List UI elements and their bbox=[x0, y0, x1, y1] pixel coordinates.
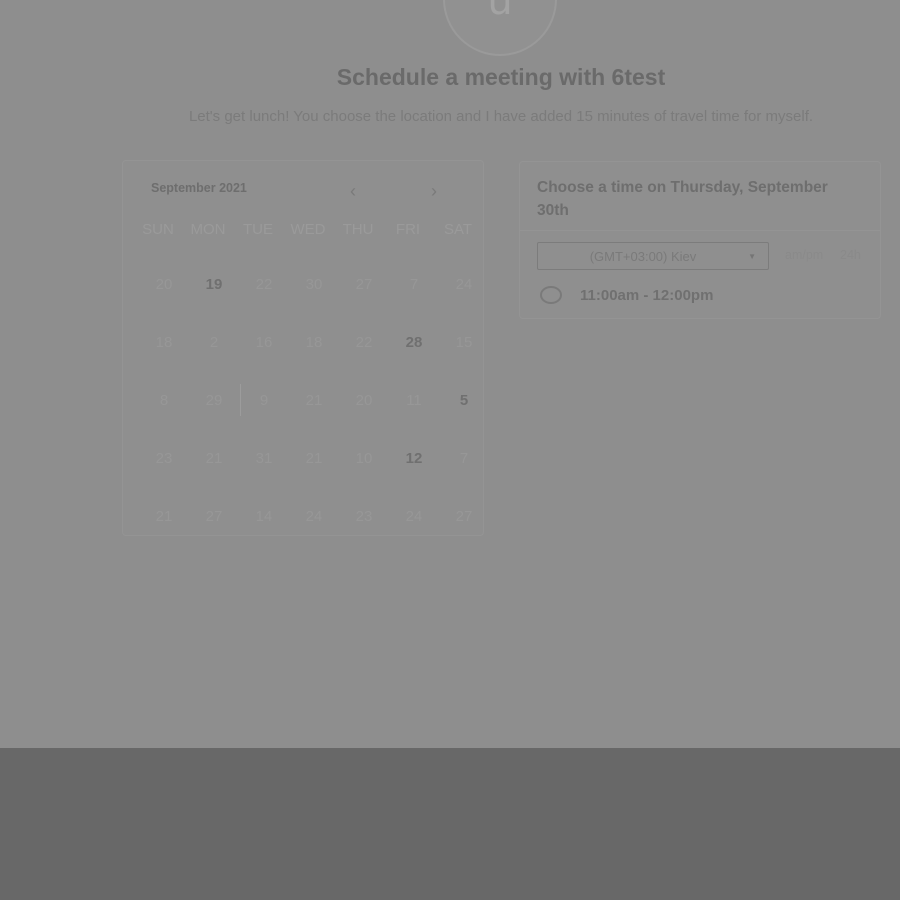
calendar-day: 24 bbox=[405, 507, 423, 525]
radio-circle-icon[interactable] bbox=[540, 286, 562, 304]
weekday-thu: THU bbox=[342, 221, 374, 238]
weekday-tue: TUE bbox=[243, 221, 273, 238]
calendar-day: 15 bbox=[455, 333, 473, 351]
chevron-right-icon[interactable]: › bbox=[422, 179, 446, 203]
calendar-day: 20 bbox=[355, 391, 373, 409]
weekday-fri: FRI bbox=[395, 221, 421, 238]
calendar-day: 10 bbox=[355, 449, 373, 467]
calendar-day: 27 bbox=[355, 275, 373, 293]
avatar: u bbox=[443, 0, 557, 56]
calendar-day: 11 bbox=[406, 391, 422, 409]
page-title: Schedule a meeting with 6test bbox=[336, 64, 666, 90]
calendar-day: 22 bbox=[255, 275, 273, 293]
calendar-week: 21 27 14 24 23 24 27 bbox=[139, 487, 489, 545]
ampm-toggle[interactable]: am/pm bbox=[785, 248, 823, 262]
calendar-day: 8 bbox=[159, 391, 169, 409]
calendar-day: 21 bbox=[305, 391, 323, 409]
calendar-day: 16 bbox=[255, 333, 273, 351]
calendar-day-available[interactable]: 12 bbox=[389, 450, 439, 467]
calendar-day: 21 bbox=[205, 449, 223, 467]
calendar-day: 14 bbox=[255, 507, 273, 525]
time-picker-title: Choose a time on Thursday, September 30t… bbox=[537, 179, 828, 219]
calendar-week: 20 19 22 30 27 7 24 bbox=[139, 255, 489, 313]
calendar-day: 7 bbox=[409, 275, 419, 293]
calendar-day: 2 bbox=[209, 333, 219, 351]
calendar-day: 18 bbox=[305, 333, 323, 351]
chevron-left-icon[interactable]: ‹ bbox=[341, 179, 365, 203]
calendar-day: 21 bbox=[155, 507, 173, 525]
calendar-day: 30 bbox=[305, 275, 323, 293]
time-picker-panel: Choose a time on Thursday, September 30t… bbox=[519, 161, 881, 319]
calendar-month-label: September 2021 bbox=[151, 181, 247, 195]
calendar-day: 27 bbox=[455, 507, 473, 525]
calendar-day: 24 bbox=[455, 275, 473, 293]
calendar-day-available[interactable]: 28 bbox=[389, 334, 439, 351]
timezone-value: (GMT+03:00) Kiev bbox=[589, 248, 697, 264]
calendar-day: 21 bbox=[305, 449, 323, 467]
calendar-week: 18 2 16 18 22 28 15 bbox=[139, 313, 489, 371]
time-slot-label: 11:00am - 12:00pm bbox=[580, 286, 714, 304]
calendar-panel: September 2021 ‹ › SUN MON TUE WED THU F… bbox=[122, 160, 484, 536]
weekday-sun: SUN bbox=[142, 221, 174, 238]
weekday-wed: WED bbox=[290, 221, 326, 238]
calendar-grid: 20 19 22 30 27 7 24 18 2 16 18 22 28 15 … bbox=[139, 255, 489, 545]
calendar-weekday-header: SUN MON TUE WED THU FRI SAT bbox=[133, 221, 483, 238]
calendar-day: 23 bbox=[155, 449, 173, 467]
weekday-mon: MON bbox=[190, 221, 226, 238]
avatar-initial: u bbox=[487, 0, 513, 24]
divider bbox=[520, 230, 880, 231]
calendar-day-available[interactable]: 5 bbox=[439, 392, 489, 409]
24h-toggle[interactable]: 24h bbox=[840, 248, 861, 262]
calendar-day: 18 bbox=[155, 333, 173, 351]
calendar-day: 23 bbox=[355, 507, 373, 525]
calendar-day: 20 bbox=[155, 275, 173, 293]
calendar-day: 31 bbox=[255, 449, 273, 467]
calendar-day: 7 bbox=[459, 449, 469, 467]
footer-band bbox=[0, 748, 900, 900]
weekday-sat: SAT bbox=[443, 221, 473, 238]
calendar-day: 9 bbox=[259, 391, 269, 409]
page-subtitle: Let's get lunch! You choose the location… bbox=[188, 108, 814, 125]
calendar-day-available[interactable]: 19 bbox=[189, 276, 239, 293]
calendar-day: 24 bbox=[305, 507, 323, 525]
page-overlay: u Schedule a meeting with 6test Let's ge… bbox=[0, 0, 900, 748]
calendar-day: 29 bbox=[189, 383, 241, 416]
calendar-day: 22 bbox=[355, 333, 373, 351]
calendar-week: 8 29 9 21 20 11 5 bbox=[139, 371, 489, 429]
caret-down-icon: ▼ bbox=[748, 252, 756, 261]
timezone-select[interactable]: (GMT+03:00) Kiev ▼ bbox=[537, 242, 769, 270]
calendar-day: 27 bbox=[205, 507, 223, 525]
calendar-week: 23 21 31 21 10 12 7 bbox=[139, 429, 489, 487]
time-slot-option[interactable]: 11:00am - 12:00pm bbox=[540, 286, 713, 304]
